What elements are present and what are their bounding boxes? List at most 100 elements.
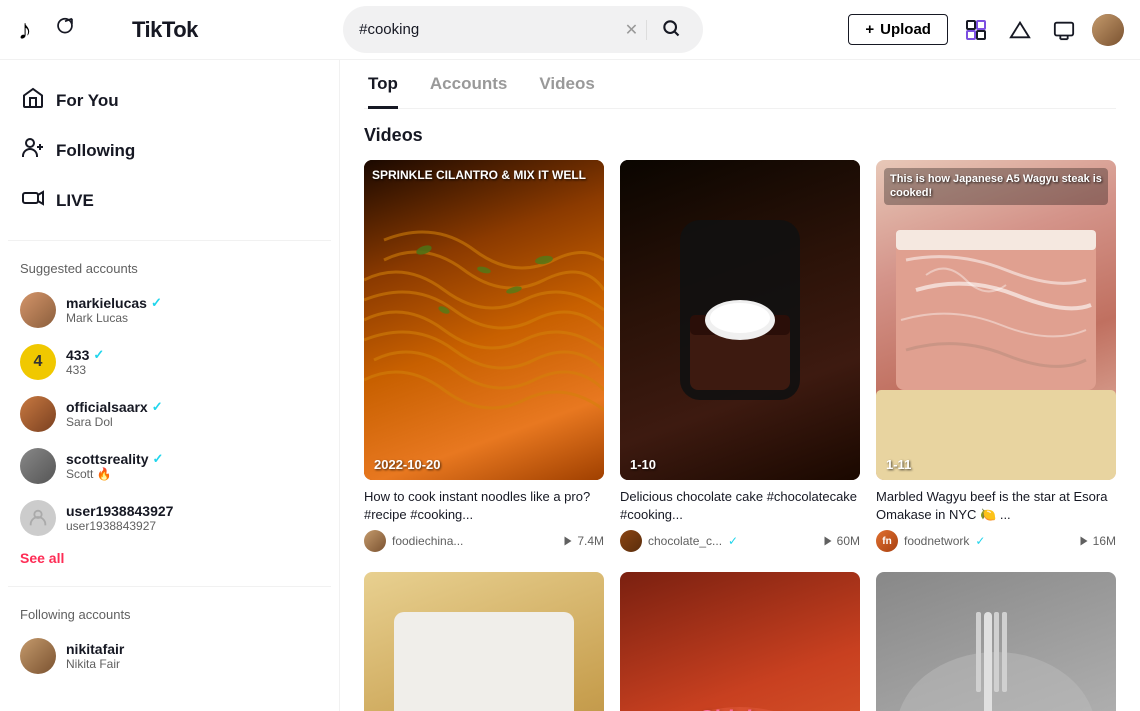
officialsaarx-name: officialsaarx ✓ bbox=[66, 399, 163, 415]
video-overlay-text-noodles: SPRINKLE CILANTRO & MIX IT WELL bbox=[372, 168, 596, 184]
tiktok-logo-icon: ♪ bbox=[16, 13, 50, 47]
following-accounts-title: Following accounts bbox=[8, 601, 331, 630]
user1938843927-name: user1938843927 bbox=[66, 503, 173, 519]
tab-accounts[interactable]: Accounts bbox=[430, 60, 507, 109]
verified-icon: ✓ bbox=[152, 399, 163, 415]
live-icon bbox=[20, 186, 46, 216]
search-tabs: Top Accounts Videos bbox=[364, 60, 1116, 109]
user1938843927-handle: user1938843927 bbox=[66, 519, 173, 533]
scottsreality-name: scottsreality ✓ bbox=[66, 451, 163, 467]
header: ♪ TikTok ✕ + Upload bbox=[0, 0, 1140, 60]
video-title-wagyu: Marbled Wagyu beef is the star at Esora … bbox=[876, 488, 1116, 524]
officialsaarx-handle: Sara Dol bbox=[66, 415, 163, 429]
main-layout: For You Following bbox=[0, 60, 1140, 711]
video-card-noodles[interactable]: SPRINKLE CILANTRO & MIX IT WELL 2022-10-… bbox=[364, 160, 604, 556]
search-area: ✕ bbox=[343, 6, 703, 53]
video-title-cake: Delicious chocolate cake #chocolatecake … bbox=[620, 488, 860, 524]
markielucas-name: markielucas ✓ bbox=[66, 295, 162, 311]
channel-views-wagyu: 16M bbox=[1078, 534, 1116, 548]
verified-icon: ✓ bbox=[152, 451, 163, 467]
433-avatar: 4 bbox=[20, 344, 56, 380]
search-divider bbox=[646, 20, 647, 40]
main-nav: For You Following bbox=[8, 76, 331, 226]
video-thumb-fork bbox=[876, 572, 1116, 711]
video-card-wagyu[interactable]: This is how Japanese A5 Wagyu steak is c… bbox=[876, 160, 1116, 556]
scottsreality-handle: Scott 🔥 bbox=[66, 467, 163, 481]
video-card-fork[interactable]: Cooking with fork technique bbox=[876, 572, 1116, 711]
video-meta-wagyu: Marbled Wagyu beef is the star at Esora … bbox=[876, 480, 1116, 556]
video-channel-wagyu: fn foodnetwork ✓ 16M bbox=[876, 530, 1116, 552]
upload-label: Upload bbox=[880, 21, 931, 38]
video-date-cake: 1-10 bbox=[630, 457, 656, 472]
nav-live[interactable]: LIVE bbox=[8, 176, 331, 226]
channel-name-cake: chocolate_c... bbox=[648, 534, 722, 548]
account-user1938843927[interactable]: user1938843927 user1938843927 bbox=[8, 492, 331, 544]
logo[interactable]: ♪ TikTok bbox=[16, 13, 198, 47]
video-meta-noodles: How to cook instant noodles like a pro? … bbox=[364, 480, 604, 556]
video-card-cake[interactable]: 1-10 Delicious chocolate cake #chocolate… bbox=[620, 160, 860, 556]
user-avatar[interactable] bbox=[1092, 14, 1124, 46]
account-nikitafair[interactable]: nikitafair Nikita Fair bbox=[8, 630, 331, 682]
channel-avatar-noodles bbox=[364, 530, 386, 552]
nav-for-you-label: For You bbox=[56, 91, 119, 111]
triangle-icon[interactable] bbox=[1004, 14, 1036, 46]
see-all-button[interactable]: See all bbox=[8, 544, 76, 572]
plus-icon: + bbox=[865, 21, 874, 38]
wagyu-verified-icon: ✓ bbox=[975, 534, 985, 548]
officialsaarx-avatar bbox=[20, 396, 56, 432]
search-icon bbox=[661, 18, 681, 38]
video-date-noodles: 2022-10-20 bbox=[374, 457, 441, 472]
channel-views-noodles: 7.4M bbox=[562, 534, 604, 548]
house-icon[interactable] bbox=[960, 14, 992, 46]
verified-icon: ✓ bbox=[151, 295, 162, 311]
433-name: 433 ✓ bbox=[66, 347, 104, 363]
nav-live-label: LIVE bbox=[56, 191, 94, 211]
following-icon bbox=[20, 136, 46, 166]
channel-name-noodles: foodiechina... bbox=[392, 534, 463, 548]
video-channel-cake: chocolate_c... ✓ 60M bbox=[620, 530, 860, 552]
channel-name-wagyu: foodnetwork bbox=[904, 534, 969, 548]
nikitafair-name: nikitafair bbox=[66, 641, 124, 657]
messages-icon[interactable] bbox=[1048, 14, 1080, 46]
main-content: Top Accounts Videos Videos bbox=[340, 60, 1140, 711]
video-date-wagyu: 1-11 bbox=[886, 457, 911, 472]
search-clear-icon[interactable]: ✕ bbox=[625, 20, 638, 40]
cake-verified-icon: ✓ bbox=[728, 534, 738, 548]
channel-avatar-cake bbox=[620, 530, 642, 552]
account-officialsaarx[interactable]: officialsaarx ✓ Sara Dol bbox=[8, 388, 331, 440]
433-handle: 433 bbox=[66, 363, 104, 377]
video-card-chicken[interactable]: Chicken Paprikash Chicken Paprikash bbox=[620, 572, 860, 711]
tab-top[interactable]: Top bbox=[368, 60, 398, 109]
video-title-noodles: How to cook instant noodles like a pro? … bbox=[364, 488, 604, 524]
sidebar-divider-2 bbox=[8, 586, 331, 587]
nav-for-you[interactable]: For You bbox=[8, 76, 331, 126]
header-actions: + Upload bbox=[848, 14, 1124, 46]
account-markielucas[interactable]: markielucas ✓ Mark Lucas bbox=[8, 284, 331, 336]
nav-following[interactable]: Following bbox=[8, 126, 331, 176]
video-card-beef[interactable]: Beef hot sandwich Beef hot sandwich reci… bbox=[364, 572, 604, 711]
search-button[interactable] bbox=[655, 12, 687, 47]
markielucas-handle: Mark Lucas bbox=[66, 311, 162, 325]
chicken-text-overlay: Chicken Paprikash bbox=[687, 706, 792, 711]
svg-text:♪: ♪ bbox=[18, 14, 32, 45]
nikitafair-handle: Nikita Fair bbox=[66, 657, 124, 671]
video-thumb-wagyu: This is how Japanese A5 Wagyu steak is c… bbox=[876, 160, 1116, 480]
upload-button[interactable]: + Upload bbox=[848, 14, 948, 45]
video-thumb-cake: 1-10 bbox=[620, 160, 860, 480]
video-thumb-chicken: Chicken Paprikash bbox=[620, 572, 860, 711]
suggested-accounts-title: Suggested accounts bbox=[8, 255, 331, 284]
video-thumb-noodles: SPRINKLE CILANTRO & MIX IT WELL 2022-10-… bbox=[364, 160, 604, 480]
tab-videos[interactable]: Videos bbox=[539, 60, 594, 109]
video-grid: SPRINKLE CILANTRO & MIX IT WELL 2022-10-… bbox=[364, 160, 1116, 711]
nav-following-label: Following bbox=[56, 141, 135, 161]
videos-section-header: Videos bbox=[364, 125, 1116, 146]
search-input[interactable] bbox=[359, 21, 617, 38]
sidebar: For You Following bbox=[0, 60, 340, 711]
user1938843927-avatar bbox=[20, 500, 56, 536]
account-433[interactable]: 4 433 ✓ 433 bbox=[8, 336, 331, 388]
logo-text: TikTok bbox=[132, 17, 198, 43]
account-scottsreality[interactable]: scottsreality ✓ Scott 🔥 bbox=[8, 440, 331, 492]
video-thumb-beef: Beef hot sandwich bbox=[364, 572, 604, 711]
scottsreality-avatar bbox=[20, 448, 56, 484]
verified-icon: ✓ bbox=[93, 347, 104, 363]
